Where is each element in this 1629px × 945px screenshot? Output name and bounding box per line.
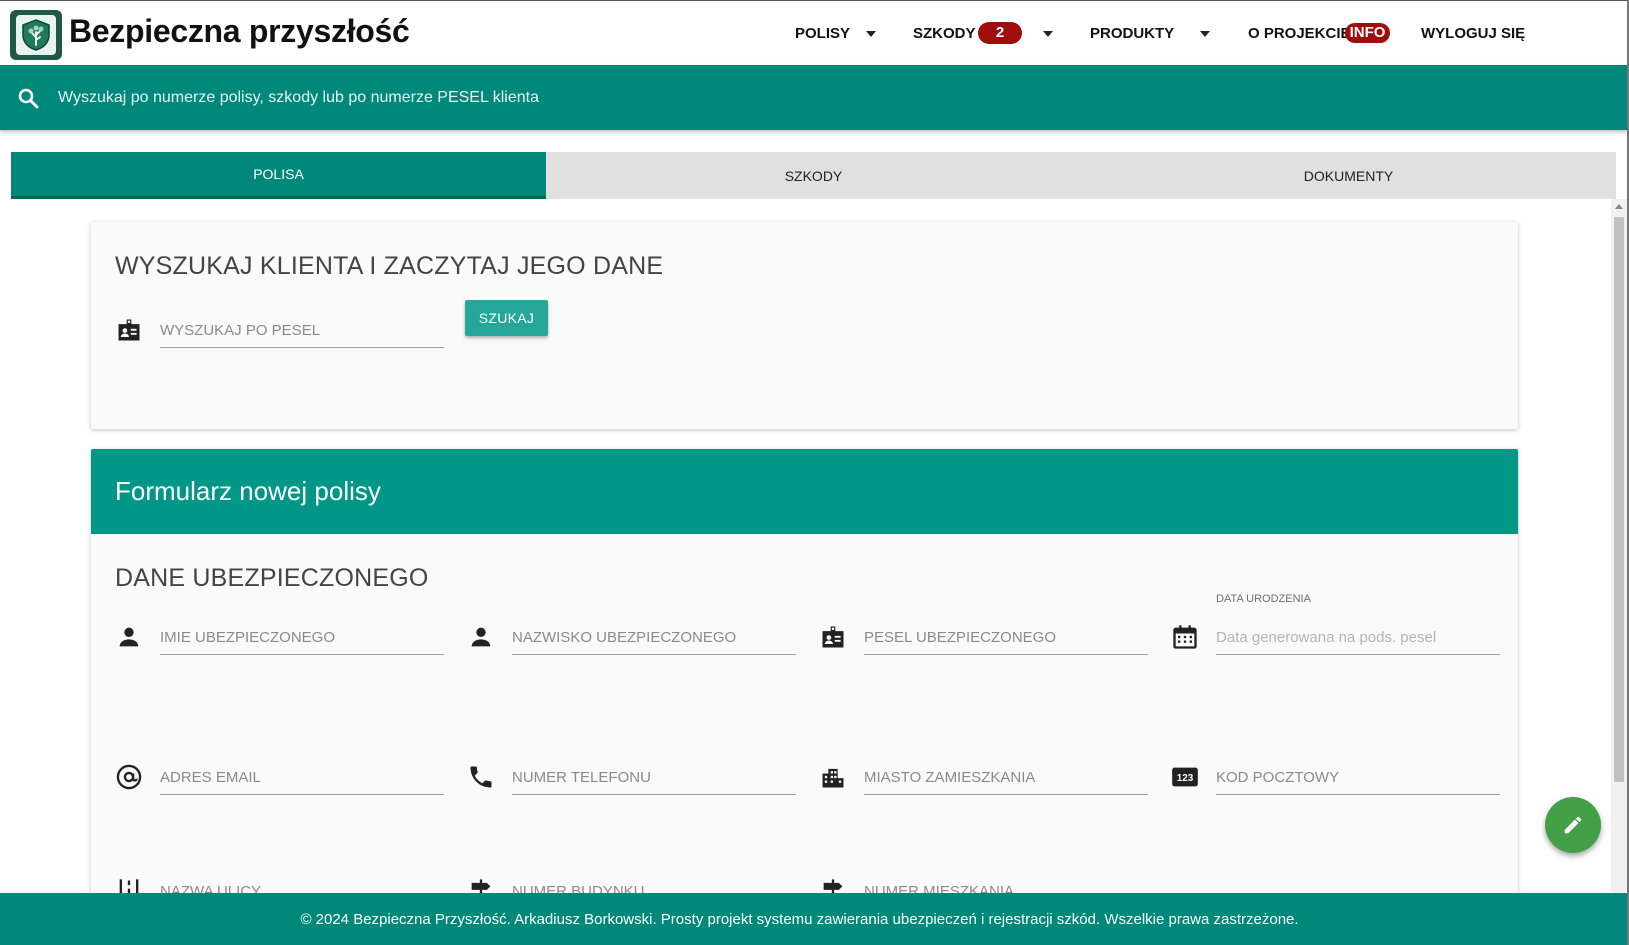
postal-code-input[interactable] [1216, 755, 1500, 795]
signpost-icon [471, 879, 491, 893]
building-number-input[interactable] [512, 869, 796, 893]
brand-name[interactable]: Bezpieczna przyszłość [69, 13, 410, 50]
section-tabs: POLISA SZKODY DOKUMENTY [11, 152, 1616, 199]
client-search-card: WYSZUKAJ KLIENTA I ZACZYTAJ JEGO DANE SZ… [91, 222, 1518, 429]
street-field [119, 869, 444, 893]
footer-text: © 2024 Bezpieczna Przyszłość. Arkadiusz … [300, 910, 1299, 928]
email-input[interactable] [160, 755, 444, 795]
pesel-search-field [118, 308, 444, 348]
email-field [116, 755, 444, 795]
postal-code-field: 123 [1172, 755, 1500, 795]
nav-policies[interactable]: POLISY [795, 1, 850, 66]
page-footer: © 2024 Bezpieczna Przyszłość. Arkadiusz … [0, 893, 1629, 945]
logout-link[interactable]: WYLOGUJ SIĘ [1421, 1, 1525, 66]
id-badge-icon [118, 319, 140, 341]
app-logo[interactable] [10, 10, 62, 60]
last-name-field [471, 615, 796, 655]
apartment-number-field [823, 869, 1148, 893]
first-name-input[interactable] [160, 615, 444, 655]
tree-shield-icon [16, 15, 56, 55]
pencil-icon [1564, 816, 1582, 834]
pesel-search-input[interactable] [160, 308, 444, 348]
person-icon [471, 627, 491, 647]
policy-form-title: Formularz nowej polisy [115, 476, 381, 506]
calendar-icon [1173, 625, 1197, 649]
pesel-field [822, 615, 1148, 655]
scroll-up-arrow-icon[interactable] [1615, 204, 1623, 209]
person-icon [119, 627, 139, 647]
apartment-number-input[interactable] [864, 869, 1148, 893]
at-sign-icon [116, 764, 142, 790]
chevron-down-icon[interactable] [1200, 31, 1210, 37]
birth-date-label: DATA URODZENIA [1216, 593, 1311, 605]
birth-date-field: DATA URODZENIA [1173, 593, 1500, 655]
new-policy-card: Formularz nowej polisy DANE UBEZPIECZONE… [91, 449, 1518, 893]
road-icon [119, 879, 139, 893]
policy-form-header: Formularz nowej polisy [91, 449, 1518, 534]
building-number-field [471, 869, 796, 893]
birth-date-input[interactable] [1216, 615, 1500, 655]
id-badge-icon [822, 626, 844, 648]
info-badge: INFO [1345, 23, 1390, 43]
city-field [822, 755, 1148, 795]
city-input[interactable] [864, 755, 1148, 795]
global-search-bar [0, 65, 1629, 130]
numbers-123-icon: 123 [1172, 767, 1198, 787]
chevron-down-icon[interactable] [866, 31, 876, 37]
claims-count-badge: 2 [978, 22, 1022, 44]
signpost-icon [823, 879, 843, 893]
main-content[interactable]: WYSZUKAJ KLIENTA I ZACZYTAJ JEGO DANE SZ… [0, 199, 1629, 893]
last-name-input[interactable] [512, 615, 796, 655]
search-icon[interactable] [16, 86, 40, 110]
scrollbar-thumb[interactable] [1614, 217, 1624, 782]
search-button[interactable]: SZUKAJ [465, 300, 548, 336]
phone-field [470, 755, 796, 795]
chevron-down-icon[interactable] [1043, 31, 1053, 37]
street-input[interactable] [160, 869, 444, 893]
insured-section-title: DANE UBEZPIECZONEGO [115, 564, 429, 592]
nav-about[interactable]: O PROJEKCIE [1248, 1, 1351, 66]
city-icon [822, 768, 844, 788]
tab-claims[interactable]: SZKODY [546, 152, 1081, 199]
tab-documents[interactable]: DOKUMENTY [1081, 152, 1616, 199]
phone-icon [470, 766, 492, 788]
page-scrollbar[interactable] [1611, 199, 1627, 893]
tab-policy[interactable]: POLISA [11, 152, 546, 199]
svg-text:123: 123 [1177, 773, 1194, 784]
top-navbar: Bezpieczna przyszłość POLISY SZKODY 2 PR… [0, 0, 1629, 65]
client-search-title: WYSZUKAJ KLIENTA I ZACZYTAJ JEGO DANE [115, 252, 664, 280]
nav-products[interactable]: PRODUKTY [1090, 1, 1174, 66]
nav-claims[interactable]: SZKODY [913, 1, 976, 66]
edit-fab-button[interactable] [1545, 797, 1601, 853]
phone-input[interactable] [512, 755, 796, 795]
first-name-field [119, 615, 444, 655]
pesel-input[interactable] [864, 615, 1148, 655]
global-search-input[interactable] [58, 83, 958, 113]
